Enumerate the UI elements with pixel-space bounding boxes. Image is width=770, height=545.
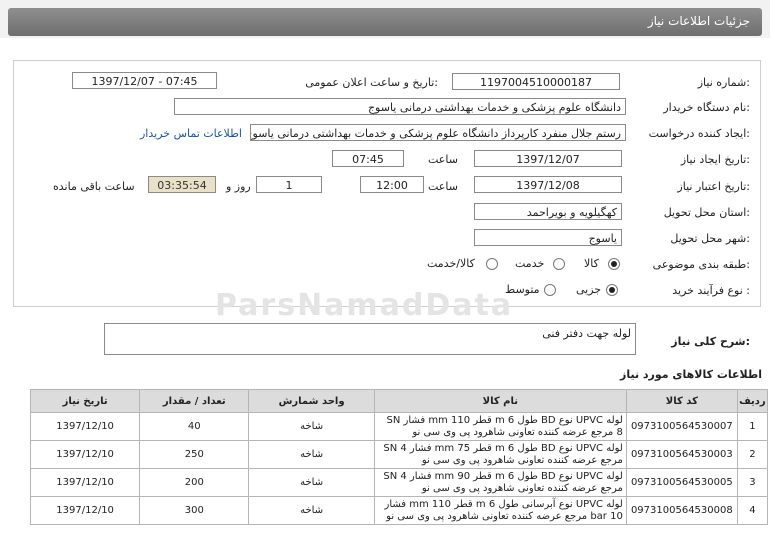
- province-label: استان محل تحویل:: [663, 206, 750, 219]
- validity-time-field[interactable]: 12:00: [360, 176, 424, 193]
- item-quantity: 250: [139, 440, 250, 469]
- process-medium-radio[interactable]: [544, 284, 556, 296]
- watermark-text: ParsNamadData: [215, 288, 514, 323]
- category-service-radio[interactable]: [553, 258, 565, 270]
- col-qty-header: تعداد / مقدار: [139, 389, 250, 413]
- items-table: ردیف کد کالا نام کالا واحد شمارش تعداد /…: [29, 389, 769, 525]
- table-row[interactable]: 3 0973100564530005 لوله UPVC نوع BD طول …: [29, 468, 769, 497]
- item-quantity: 300: [139, 496, 250, 525]
- item-name: لوله UPVC نوع آبرسانی طول 6 m قطر 110 mm…: [373, 496, 627, 525]
- buyer-field[interactable]: دانشگاه علوم پزشکی و خدمات بهداشتی درمان…: [174, 98, 626, 115]
- table-row[interactable]: 2 0973100564530003 لوله UPVC نوع BD طول …: [29, 440, 769, 469]
- description-label: شرح کلی نیاز:: [671, 335, 750, 348]
- validity-date-label: تاریخ اعتبار نیاز:: [677, 180, 750, 193]
- remaining-label: ساعت باقی مانده: [53, 180, 135, 193]
- description-field[interactable]: لوله جهت دفتر فنی: [104, 323, 636, 355]
- created-date-label: تاریخ ایجاد نیاز:: [680, 153, 750, 166]
- item-unit: شاخه: [248, 496, 375, 525]
- col-date-header: تاریخ نیاز: [29, 389, 141, 413]
- category-goods-label: کالا: [584, 257, 599, 270]
- city-label: شهر محل تحویل:: [670, 232, 750, 245]
- category-label: طبقه بندی موضوعی:: [652, 258, 750, 271]
- need-number-field[interactable]: 1197004510000187: [452, 73, 620, 90]
- item-code: 0973100564530007: [625, 412, 738, 441]
- item-code: 0973100564530008: [625, 496, 738, 525]
- creator-label: ایجاد کننده درخواست:: [648, 127, 750, 140]
- city-field[interactable]: یاسوج: [474, 229, 622, 246]
- item-unit: شاخه: [248, 468, 375, 497]
- item-quantity: 40: [139, 412, 250, 441]
- buyer-label: نام دستگاه خریدار:: [663, 101, 750, 114]
- item-need-date: 1397/12/10: [29, 412, 141, 441]
- remaining-time-field: 03:35:54: [148, 176, 216, 193]
- process-minor-label: جزیی: [576, 283, 602, 296]
- item-need-date: 1397/12/10: [29, 440, 141, 469]
- created-time-field[interactable]: 07:45: [332, 150, 404, 167]
- item-name: لوله UPVC نوع BD طول 6 m قطر 90 mm فشار …: [373, 468, 627, 497]
- contact-buyer-link[interactable]: اطلاعات تماس خریدار: [140, 127, 242, 140]
- col-code-header: کد کالا: [625, 389, 738, 413]
- table-header-row: ردیف کد کالا نام کالا واحد شمارش تعداد /…: [29, 389, 769, 413]
- created-date-field[interactable]: 1397/12/07: [474, 150, 622, 167]
- item-need-date: 1397/12/10: [29, 496, 141, 525]
- col-unit-header: واحد شمارش: [248, 389, 375, 413]
- announce-label: تاریخ و ساعت اعلان عمومی:: [305, 76, 438, 89]
- days-field[interactable]: 1: [256, 176, 322, 193]
- table-row[interactable]: 1 0973100564530007 لوله UPVC نوع BD طول …: [29, 412, 769, 441]
- page-header: جزئیات اطلاعات نیاز: [0, 0, 770, 38]
- row-index: 2: [736, 440, 769, 469]
- category-service-label: خدمت: [515, 257, 545, 270]
- item-unit: شاخه: [248, 440, 375, 469]
- col-row-header: ردیف: [736, 389, 769, 413]
- row-index: 3: [736, 468, 769, 497]
- item-quantity: 200: [139, 468, 250, 497]
- announce-field[interactable]: 1397/12/07 - 07:45: [72, 72, 217, 89]
- province-field[interactable]: کهگیلویه و بویراحمد: [474, 203, 622, 220]
- item-code: 0973100564530003: [625, 440, 738, 469]
- item-need-date: 1397/12/10: [29, 468, 141, 497]
- day-and-label: روز و: [226, 180, 251, 193]
- need-number-label: شماره نیاز:: [697, 76, 750, 89]
- item-name: لوله UPVC نوع BD طول 6 m قطر 110 mm فشار…: [373, 412, 627, 441]
- item-unit: شاخه: [248, 412, 375, 441]
- col-name-header: نام کالا: [373, 389, 627, 413]
- row-index: 4: [736, 496, 769, 525]
- items-section-title: اطلاعات کالاهای مورد نیاز: [620, 368, 762, 381]
- process-label: نوع فرآیند خرید :: [672, 284, 750, 297]
- process-minor-radio[interactable]: [606, 284, 618, 296]
- validity-date-field[interactable]: 1397/12/08: [474, 176, 622, 193]
- item-code: 0973100564530005: [625, 468, 738, 497]
- category-both-label: کالا/خدمت: [427, 257, 475, 270]
- table-row[interactable]: 4 0973100564530008 لوله UPVC نوع آبرسانی…: [29, 496, 769, 525]
- created-time-label: ساعت: [428, 153, 458, 166]
- creator-field[interactable]: رستم جلال منفرد کارپرداز دانشگاه علوم پز…: [250, 124, 626, 141]
- validity-time-label: ساعت: [428, 180, 458, 193]
- header-bar: جزئیات اطلاعات نیاز: [8, 8, 762, 36]
- category-goods-radio[interactable]: [608, 258, 620, 270]
- item-name: لوله UPVC نوع BD طول 6 m قطر 75 mm فشار …: [373, 440, 627, 469]
- page-title: جزئیات اطلاعات نیاز: [647, 14, 750, 28]
- category-both-radio[interactable]: [486, 258, 498, 270]
- row-index: 1: [736, 412, 769, 441]
